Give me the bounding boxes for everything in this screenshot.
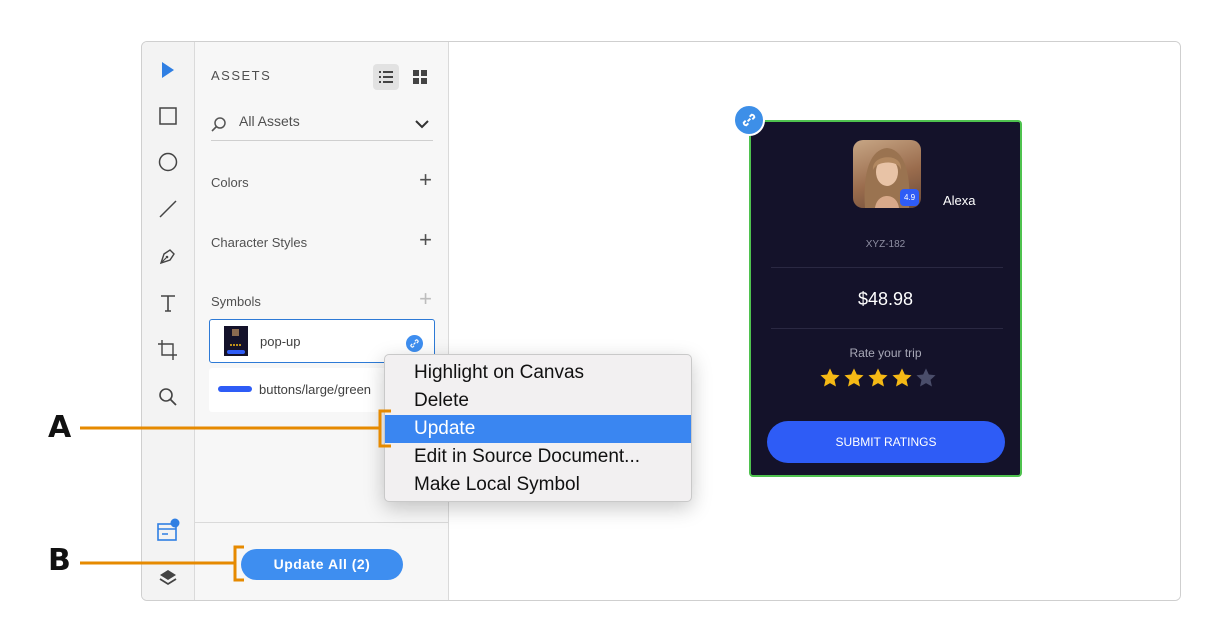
menu-item-edit-in-source-document[interactable]: Edit in Source Document...: [385, 443, 691, 471]
asset-filter-value: All Assets: [239, 113, 300, 129]
rate-prompt: Rate your trip: [849, 346, 922, 360]
annotation-b-label: B: [48, 543, 71, 578]
text-tool-icon[interactable]: [156, 291, 180, 315]
list-view-icon: [379, 71, 393, 83]
trip-code: XYZ-182: [865, 239, 906, 250]
pen-tool-icon[interactable]: [156, 244, 180, 268]
symbol-thumbnail: [224, 326, 248, 356]
line-tool-icon[interactable]: [156, 197, 180, 221]
submit-ratings-button[interactable]: SUBMIT RATINGS: [767, 421, 1005, 463]
annotation-a-label: A: [48, 410, 72, 445]
avatar-rating-badge: 4.9: [900, 189, 919, 206]
button-thumbnail: [218, 386, 252, 392]
app-window: ASSETS All Assets Colors + Character Sty…: [141, 41, 1181, 601]
star-filled-icon[interactable]: [891, 367, 913, 389]
star-rating[interactable]: [819, 367, 959, 391]
select-tool-icon[interactable]: [156, 58, 180, 82]
trip-price: $48.98: [857, 289, 914, 309]
ellipse-tool-icon[interactable]: [156, 150, 180, 174]
update-all-button[interactable]: Update All (2): [241, 549, 403, 580]
menu-item-update[interactable]: Update: [385, 415, 691, 443]
symbols-section-label: Symbols: [211, 294, 261, 309]
assets-panel-icon[interactable]: [156, 518, 180, 542]
layers-panel-icon[interactable]: [156, 566, 180, 590]
character-styles-section-label: Character Styles: [211, 235, 308, 250]
panel-divider: [195, 522, 448, 523]
star-filled-icon[interactable]: [843, 367, 865, 389]
toolbar: [142, 42, 195, 600]
colors-section-label: Colors: [211, 175, 249, 190]
zoom-tool-icon[interactable]: [156, 385, 180, 409]
chevron-down-icon: [415, 120, 429, 129]
divider: [771, 328, 1003, 329]
symbol-link-badge: [733, 104, 765, 136]
user-name: Alexa: [943, 193, 976, 208]
add-character-style-button[interactable]: +: [419, 229, 432, 251]
add-color-button[interactable]: +: [419, 169, 432, 191]
search-icon: [211, 117, 226, 132]
assets-title: ASSETS: [211, 68, 272, 83]
star-filled-icon[interactable]: [819, 367, 841, 389]
star-empty-icon[interactable]: [915, 367, 937, 389]
link-icon: [742, 113, 756, 127]
context-menu: Highlight on Canvas Delete Update Edit i…: [384, 354, 692, 502]
rectangle-tool-icon[interactable]: [156, 104, 180, 128]
star-filled-icon[interactable]: [867, 367, 889, 389]
divider: [771, 267, 1003, 268]
link-icon: [406, 335, 423, 352]
symbol-label: pop-up: [260, 334, 301, 349]
asset-filter-dropdown[interactable]: All Assets: [211, 108, 433, 141]
grid-view-icon: [413, 70, 427, 84]
grid-view-button[interactable]: [407, 64, 433, 90]
menu-item-delete[interactable]: Delete: [385, 387, 691, 415]
artboard-tool-icon[interactable]: [156, 338, 180, 362]
pop-up-symbol-instance[interactable]: 4.9 Alexa XYZ-182 $48.98 Rate your trip …: [749, 120, 1022, 477]
add-symbol-button[interactable]: +: [419, 288, 432, 310]
symbol-label: buttons/large/green: [259, 382, 372, 397]
menu-item-make-local-symbol[interactable]: Make Local Symbol: [385, 471, 691, 499]
menu-item-highlight-on-canvas[interactable]: Highlight on Canvas: [385, 359, 691, 387]
assets-panel: ASSETS All Assets Colors + Character Sty…: [195, 42, 449, 600]
list-view-button[interactable]: [373, 64, 399, 90]
